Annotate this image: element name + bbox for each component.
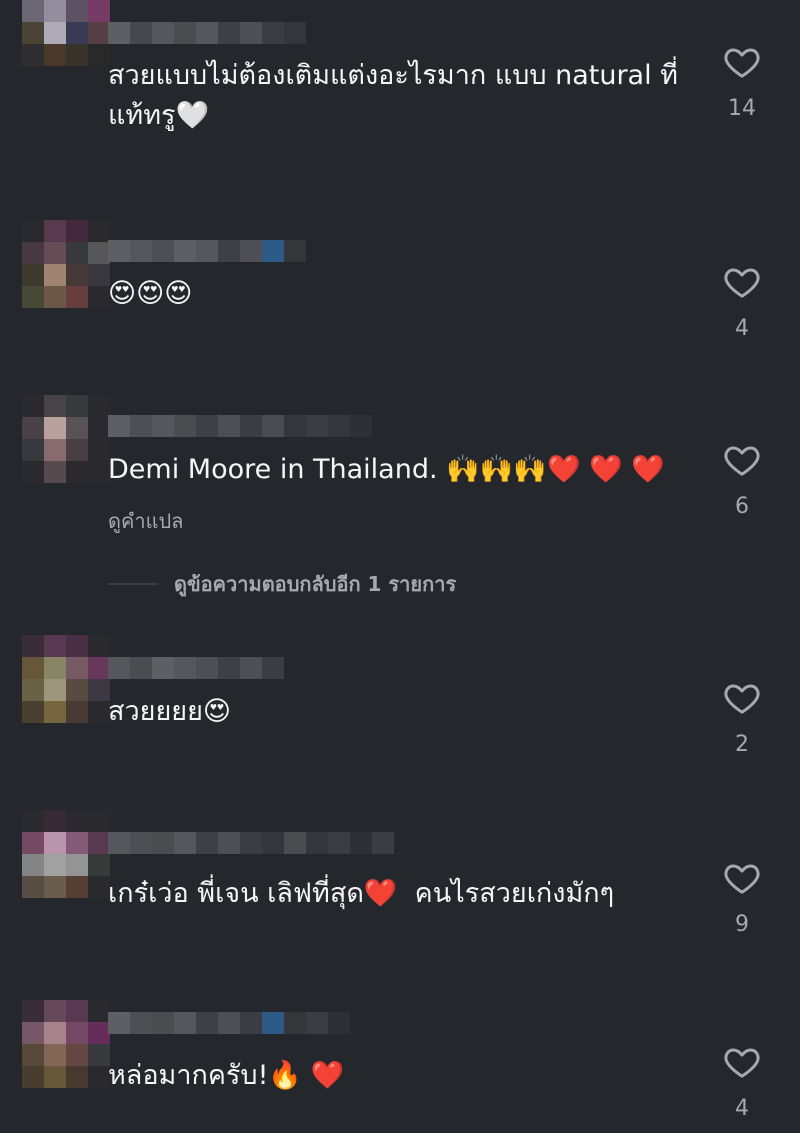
heart-outline-icon[interactable] <box>722 1042 762 1082</box>
comment-text: 😍😍😍 <box>108 278 193 309</box>
view-replies-link[interactable]: ดูข้อความตอบกลับอีก 1 รายการ <box>108 568 456 600</box>
like-count: 6 <box>735 494 749 519</box>
username[interactable] <box>108 657 284 679</box>
view-replies-label[interactable]: ดูข้อความตอบกลับอีก 1 รายการ <box>174 568 456 600</box>
heart-outline-icon[interactable] <box>722 42 762 82</box>
like-button[interactable]: 14 <box>718 42 766 121</box>
like-button[interactable]: 9 <box>718 858 766 937</box>
comment-text: เกร๋เว่อ พี่เจน เลิฟที่สุด❤️ คนไรสวยเก่ง… <box>108 878 615 909</box>
replies-divider <box>108 583 158 585</box>
avatar[interactable] <box>22 220 110 308</box>
like-count: 14 <box>728 96 756 121</box>
heart-outline-icon[interactable] <box>722 440 762 480</box>
avatar[interactable] <box>22 810 110 898</box>
comment-text: สวยยยย😍 <box>108 696 232 727</box>
comment-text: สวยแบบไม่ต้องเติมแต่งอะไรมาก แบบ natural… <box>108 60 678 131</box>
username[interactable] <box>108 832 394 854</box>
heart-outline-icon[interactable] <box>722 858 762 898</box>
like-button[interactable]: 4 <box>718 1042 766 1121</box>
heart-outline-icon[interactable] <box>722 678 762 718</box>
like-count: 2 <box>735 732 749 757</box>
avatar[interactable] <box>22 395 110 483</box>
username[interactable] <box>108 240 306 262</box>
avatar[interactable] <box>22 0 110 66</box>
like-button[interactable]: 6 <box>718 440 766 519</box>
heart-outline-icon[interactable] <box>722 262 762 302</box>
comment-text: Demi Moore in Thailand. 🙌🙌🙌❤️ ❤️ ❤️ <box>108 454 666 485</box>
like-button[interactable]: 2 <box>718 678 766 757</box>
like-count: 4 <box>735 316 749 341</box>
comment-text: หล่อมากครับ!🔥 ❤️ <box>108 1060 345 1091</box>
see-translation-link[interactable]: ดูคำแปล <box>108 505 183 537</box>
like-button[interactable]: 4 <box>718 262 766 341</box>
like-count: 9 <box>735 912 749 937</box>
username[interactable] <box>108 22 306 44</box>
avatar[interactable] <box>22 635 110 723</box>
username[interactable] <box>108 415 372 437</box>
avatar[interactable] <box>22 1000 110 1088</box>
username[interactable] <box>108 1012 350 1034</box>
like-count: 4 <box>735 1096 749 1121</box>
